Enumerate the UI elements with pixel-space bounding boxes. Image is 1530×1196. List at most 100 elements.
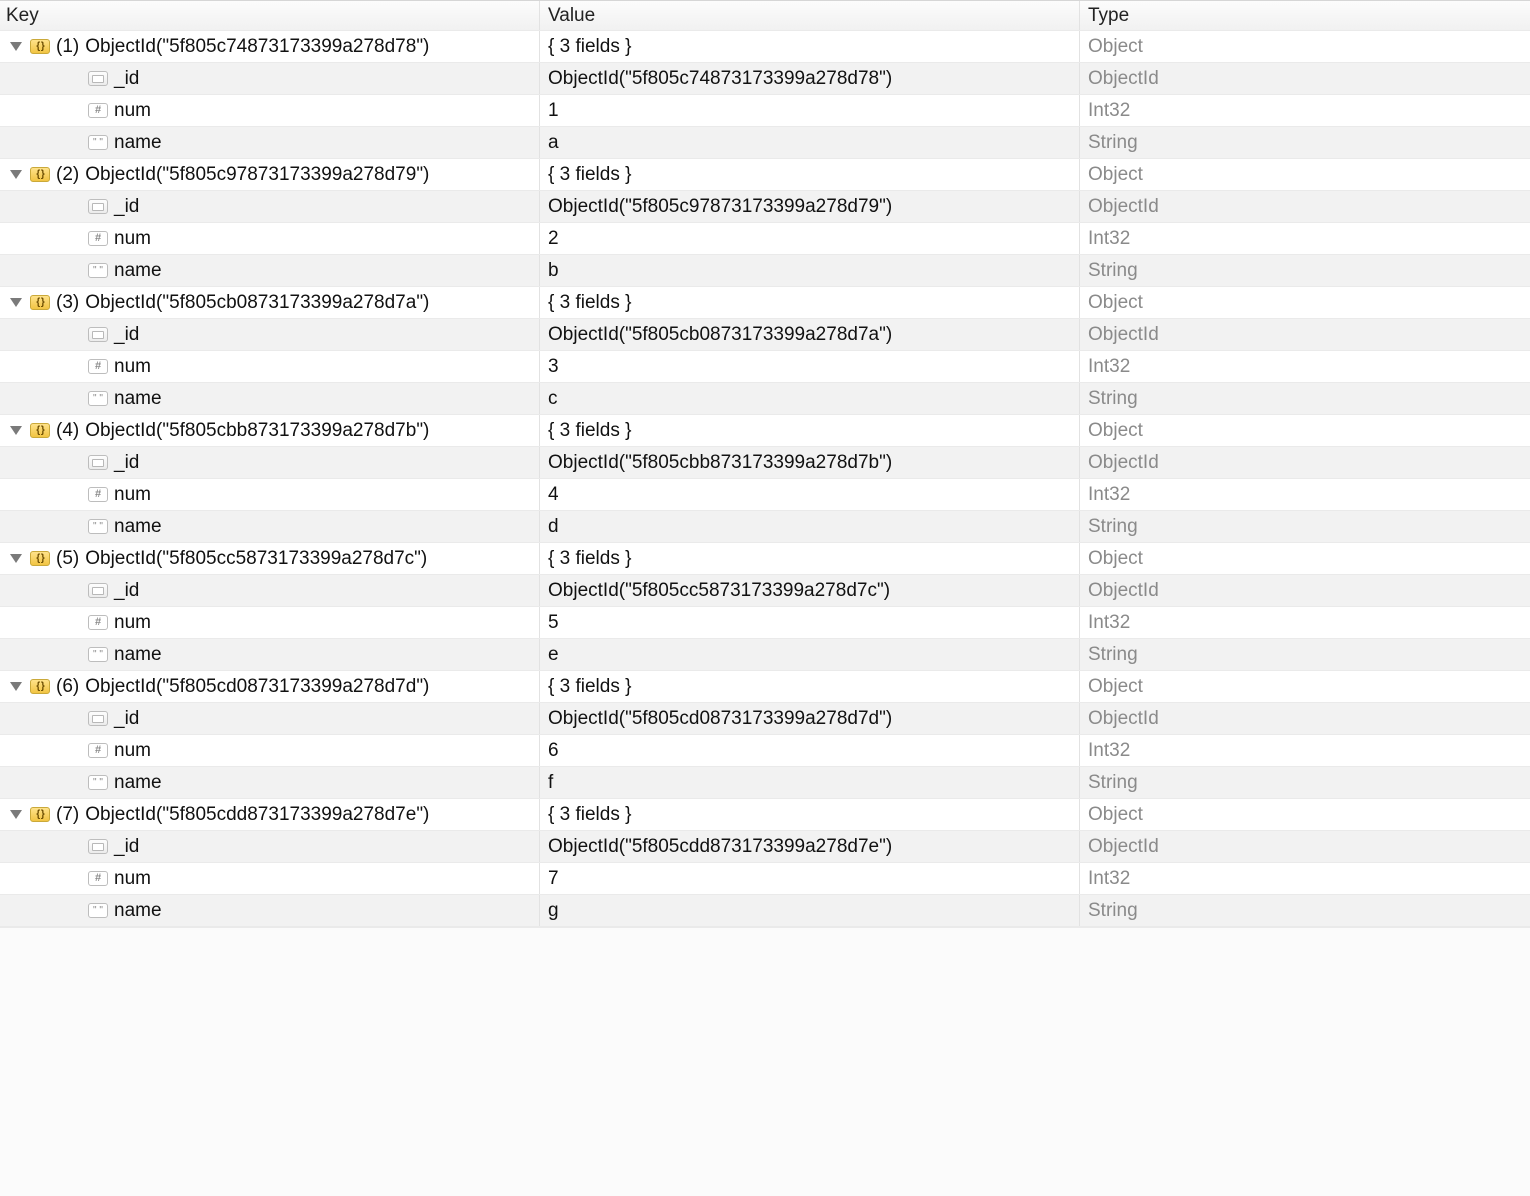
table-row[interactable]: (1) ObjectId("5f805c74873173399a278d78")… (0, 31, 1530, 63)
key-cell[interactable]: _id (0, 191, 540, 222)
key-cell[interactable]: (1) ObjectId("5f805c74873173399a278d78") (0, 31, 540, 62)
value-cell[interactable]: { 3 fields } (540, 415, 1080, 446)
key-cell[interactable]: (4) ObjectId("5f805cbb873173399a278d7b") (0, 415, 540, 446)
value-cell[interactable]: d (540, 511, 1080, 542)
key-cell[interactable]: name (0, 639, 540, 670)
key-cell[interactable]: num (0, 95, 540, 126)
table-row[interactable]: (4) ObjectId("5f805cbb873173399a278d7b")… (0, 415, 1530, 447)
key-cell[interactable]: (3) ObjectId("5f805cb0873173399a278d7a") (0, 287, 540, 318)
key-cell[interactable]: (7) ObjectId("5f805cdd873173399a278d7e") (0, 799, 540, 830)
value-cell[interactable]: ObjectId("5f805cc5873173399a278d7c") (540, 575, 1080, 606)
table-row[interactable]: _idObjectId("5f805cdd873173399a278d7e")O… (0, 831, 1530, 863)
key-cell[interactable]: name (0, 511, 540, 542)
table-row[interactable]: num2Int32 (0, 223, 1530, 255)
key-cell[interactable]: num (0, 479, 540, 510)
value-cell[interactable]: c (540, 383, 1080, 414)
field-name: name (114, 772, 162, 794)
table-row[interactable]: num4Int32 (0, 479, 1530, 511)
field-name: _id (114, 68, 139, 90)
value-cell[interactable]: 2 (540, 223, 1080, 254)
key-cell[interactable]: num (0, 223, 540, 254)
table-row[interactable]: _idObjectId("5f805cb0873173399a278d7a")O… (0, 319, 1530, 351)
key-cell[interactable]: (2) ObjectId("5f805c97873173399a278d79") (0, 159, 540, 190)
key-cell[interactable]: num (0, 735, 540, 766)
table-row[interactable]: _idObjectId("5f805cd0873173399a278d7d")O… (0, 703, 1530, 735)
table-row[interactable]: (3) ObjectId("5f805cb0873173399a278d7a")… (0, 287, 1530, 319)
value-cell[interactable]: ObjectId("5f805cd0873173399a278d7d") (540, 703, 1080, 734)
object-icon (30, 295, 50, 310)
key-cell[interactable]: name (0, 127, 540, 158)
table-row[interactable]: namedString (0, 511, 1530, 543)
table-row[interactable]: _idObjectId("5f805c97873173399a278d79")O… (0, 191, 1530, 223)
value-cell[interactable]: 5 (540, 607, 1080, 638)
disclosure-triangle-icon[interactable] (10, 42, 22, 51)
key-cell[interactable]: name (0, 767, 540, 798)
table-row[interactable]: num1Int32 (0, 95, 1530, 127)
field-name: num (114, 356, 151, 378)
key-cell[interactable]: num (0, 607, 540, 638)
key-cell[interactable]: name (0, 255, 540, 286)
value-cell[interactable]: 6 (540, 735, 1080, 766)
key-cell[interactable]: (5) ObjectId("5f805cc5873173399a278d7c") (0, 543, 540, 574)
value-cell[interactable]: a (540, 127, 1080, 158)
table-row[interactable]: _idObjectId("5f805cbb873173399a278d7b")O… (0, 447, 1530, 479)
table-row[interactable]: nameaString (0, 127, 1530, 159)
key-cell[interactable]: _id (0, 831, 540, 862)
value-cell[interactable]: e (540, 639, 1080, 670)
value-cell[interactable]: f (540, 767, 1080, 798)
table-row[interactable]: num5Int32 (0, 607, 1530, 639)
table-row[interactable]: num3Int32 (0, 351, 1530, 383)
value-cell[interactable]: ObjectId("5f805cdd873173399a278d7e") (540, 831, 1080, 862)
key-cell[interactable]: (6) ObjectId("5f805cd0873173399a278d7d") (0, 671, 540, 702)
disclosure-triangle-icon[interactable] (10, 298, 22, 307)
key-cell[interactable]: num (0, 351, 540, 382)
disclosure-triangle-icon[interactable] (10, 810, 22, 819)
disclosure-triangle-icon[interactable] (10, 682, 22, 691)
key-cell[interactable]: name (0, 383, 540, 414)
value-cell[interactable]: { 3 fields } (540, 287, 1080, 318)
table-row[interactable]: namebString (0, 255, 1530, 287)
key-cell[interactable]: _id (0, 447, 540, 478)
value-cell[interactable]: 3 (540, 351, 1080, 382)
disclosure-triangle-icon[interactable] (10, 426, 22, 435)
value-cell[interactable]: { 3 fields } (540, 799, 1080, 830)
table-row[interactable]: (7) ObjectId("5f805cdd873173399a278d7e")… (0, 799, 1530, 831)
value-cell[interactable]: 7 (540, 863, 1080, 894)
table-row[interactable]: (2) ObjectId("5f805c97873173399a278d79")… (0, 159, 1530, 191)
disclosure-triangle-icon[interactable] (10, 554, 22, 563)
table-row[interactable]: (5) ObjectId("5f805cc5873173399a278d7c")… (0, 543, 1530, 575)
value-cell[interactable]: 1 (540, 95, 1080, 126)
value-cell[interactable]: { 3 fields } (540, 31, 1080, 62)
key-cell[interactable]: name (0, 895, 540, 926)
value-cell[interactable]: ObjectId("5f805cb0873173399a278d7a") (540, 319, 1080, 350)
table-row[interactable]: namegString (0, 895, 1530, 927)
table-row[interactable]: namefString (0, 767, 1530, 799)
disclosure-triangle-icon[interactable] (10, 170, 22, 179)
key-cell[interactable]: _id (0, 575, 540, 606)
value-cell[interactable]: ObjectId("5f805c97873173399a278d79") (540, 191, 1080, 222)
column-header-type[interactable]: Type (1080, 1, 1530, 30)
key-cell[interactable]: num (0, 863, 540, 894)
object-icon (30, 167, 50, 182)
table-row[interactable]: (6) ObjectId("5f805cd0873173399a278d7d")… (0, 671, 1530, 703)
value-cell[interactable]: 4 (540, 479, 1080, 510)
value-cell[interactable]: { 3 fields } (540, 543, 1080, 574)
table-row[interactable]: _idObjectId("5f805c74873173399a278d78")O… (0, 63, 1530, 95)
table-row[interactable]: nameeString (0, 639, 1530, 671)
value-cell[interactable]: ObjectId("5f805cbb873173399a278d7b") (540, 447, 1080, 478)
table-row[interactable]: namecString (0, 383, 1530, 415)
value-cell[interactable]: { 3 fields } (540, 671, 1080, 702)
column-header-value[interactable]: Value (540, 1, 1080, 30)
value-cell[interactable]: ObjectId("5f805c74873173399a278d78") (540, 63, 1080, 94)
value-cell[interactable]: { 3 fields } (540, 159, 1080, 190)
key-cell[interactable]: _id (0, 703, 540, 734)
value-cell[interactable]: g (540, 895, 1080, 926)
value-cell[interactable]: b (540, 255, 1080, 286)
key-cell[interactable]: _id (0, 319, 540, 350)
column-header-key[interactable]: Key (0, 1, 540, 30)
key-cell[interactable]: _id (0, 63, 540, 94)
doc-label: ObjectId("5f805cd0873173399a278d7d") (85, 676, 429, 698)
table-row[interactable]: num7Int32 (0, 863, 1530, 895)
table-row[interactable]: num6Int32 (0, 735, 1530, 767)
table-row[interactable]: _idObjectId("5f805cc5873173399a278d7c")O… (0, 575, 1530, 607)
